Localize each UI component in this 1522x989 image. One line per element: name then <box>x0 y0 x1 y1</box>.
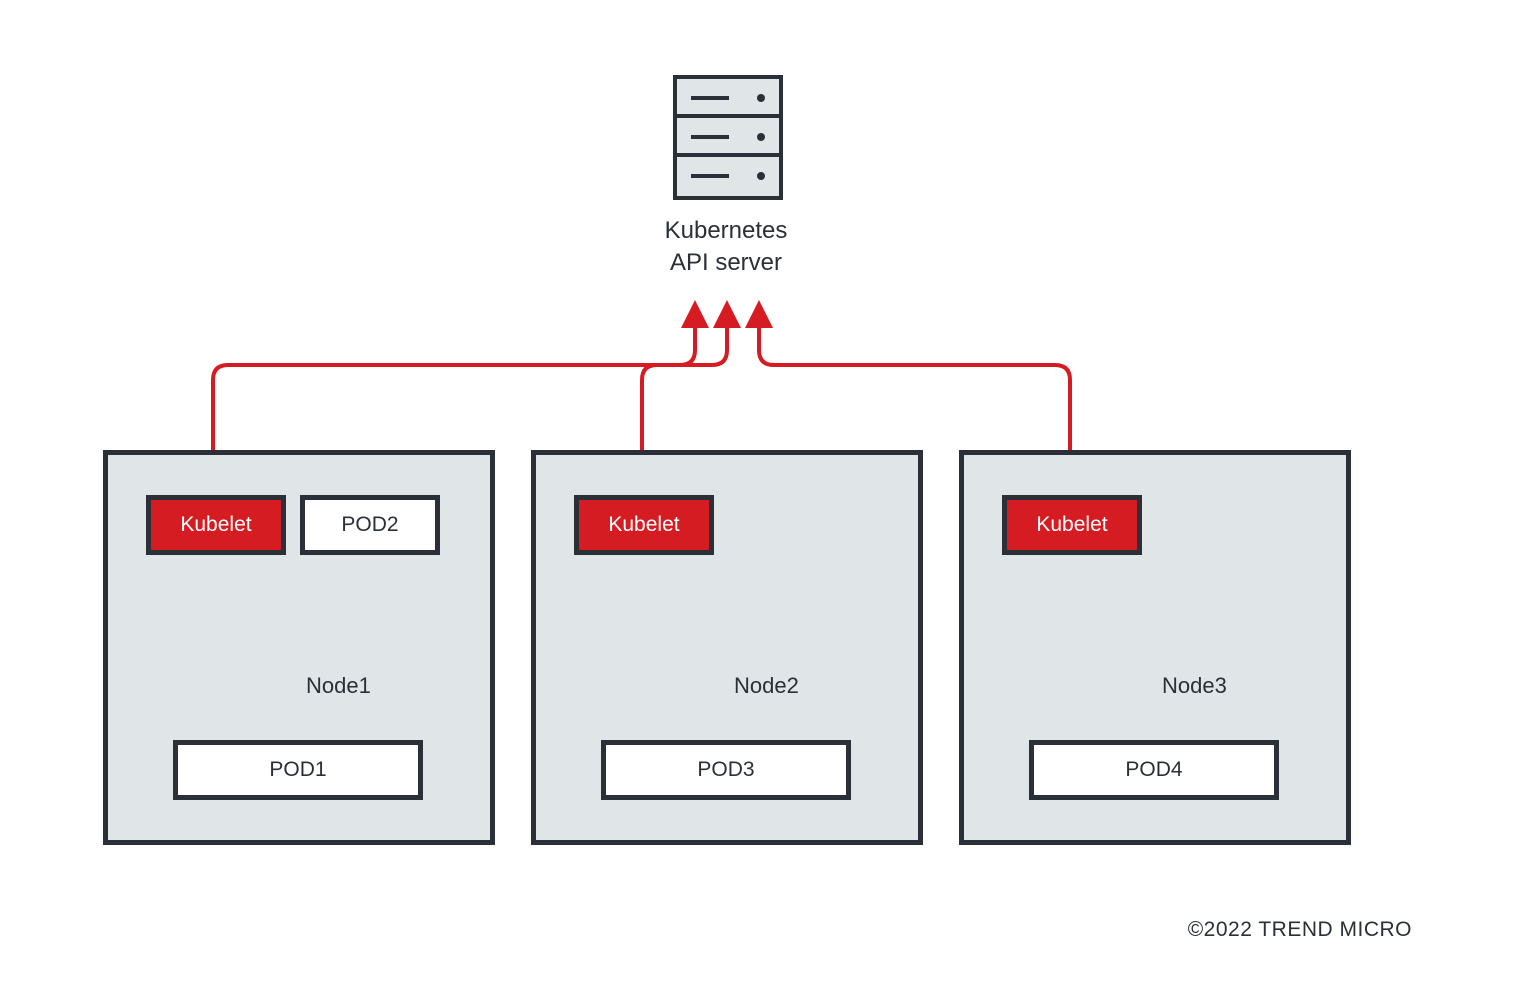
api-server-label-line2: API server <box>670 249 782 276</box>
server-unit <box>677 157 779 196</box>
kubelet-label: Kubelet <box>180 513 251 537</box>
server-unit <box>677 118 779 157</box>
pod-box: POD1 <box>173 740 423 800</box>
node-label: Node3 <box>1162 673 1227 699</box>
pod-label: POD2 <box>341 513 398 537</box>
server-icon <box>673 75 783 200</box>
node-box-1: Kubelet POD2 Node1 POD1 <box>103 450 495 845</box>
copyright-text: ©2022 TREND MICRO <box>1188 918 1412 942</box>
server-unit <box>677 79 779 118</box>
node-box-3: Kubelet Node3 POD4 <box>959 450 1351 845</box>
kubelet-box: Kubelet <box>146 495 286 555</box>
pod-box: POD3 <box>601 740 851 800</box>
node-label: Node2 <box>734 673 799 699</box>
pod-box: POD4 <box>1029 740 1279 800</box>
kubelet-box: Kubelet <box>1002 495 1142 555</box>
kubelet-label: Kubelet <box>608 513 679 537</box>
diagram-canvas: Kubernetes API server Kubelet POD2 <box>0 0 1522 989</box>
pod-label: POD1 <box>269 758 326 782</box>
pod-label: POD4 <box>1125 758 1182 782</box>
pod-label: POD3 <box>697 758 754 782</box>
api-server-label: Kubernetes API server <box>596 215 856 280</box>
node-box-2: Kubelet Node2 POD3 <box>531 450 923 845</box>
pod-box: POD2 <box>300 495 440 555</box>
api-server-label-line1: Kubernetes <box>665 217 788 244</box>
kubelet-label: Kubelet <box>1036 513 1107 537</box>
node-label: Node1 <box>306 673 371 699</box>
kubelet-box: Kubelet <box>574 495 714 555</box>
